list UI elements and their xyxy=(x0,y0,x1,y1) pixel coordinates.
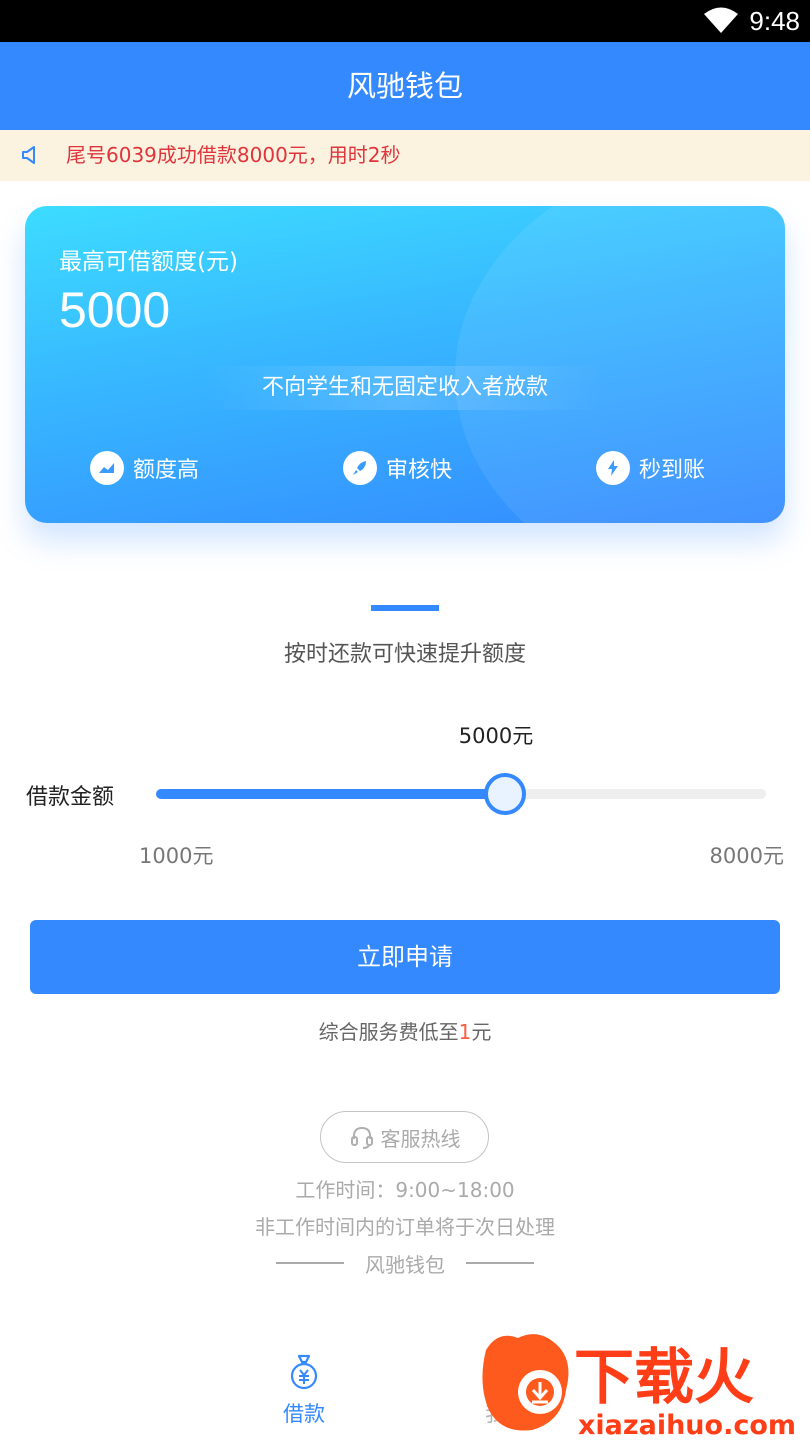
tab-loan[interactable]: 借款 xyxy=(264,1352,344,1428)
slider-thumb[interactable] xyxy=(484,773,526,815)
rocket-icon xyxy=(343,451,377,485)
lightning-icon xyxy=(596,451,630,485)
slider-value: 5000元 xyxy=(458,724,534,748)
feature-label: 审核快 xyxy=(386,458,453,483)
slider-fill xyxy=(156,789,505,799)
feature-fast-review: 审核快 xyxy=(343,450,452,486)
notice-text: 尾号6039成功借款8000元，用时2秒 xyxy=(66,143,401,167)
tip-text: 按时还款可快速提升额度 xyxy=(283,642,526,667)
fee-prefix: 综合服务费低至 xyxy=(318,1020,459,1044)
headset-icon xyxy=(350,1126,373,1149)
hotline-button[interactable]: 客服热线 xyxy=(320,1111,489,1163)
watermark-site: xiazaihuo.com xyxy=(578,1410,796,1440)
offhours-note: 非工作时间内的订单将于次日处理 xyxy=(255,1215,555,1239)
credit-limit-amount: 5000 xyxy=(59,282,171,338)
fee-suffix: 元 xyxy=(471,1020,492,1044)
feature-high-limit: 额度高 xyxy=(90,450,199,486)
footer-brand: 风驰钱包 xyxy=(0,1249,810,1278)
money-bag-icon xyxy=(290,1354,318,1390)
speaker-icon xyxy=(22,146,35,164)
credit-limit-label: 最高可借额度(元) xyxy=(59,249,238,275)
feature-instant-payout: 秒到账 xyxy=(596,450,705,486)
app-bar: 风驰钱包 xyxy=(0,42,810,130)
slider-min-label: 1000元 xyxy=(139,844,214,868)
slider-max-label: 8000元 xyxy=(709,844,784,868)
credit-card: 最高可借额度(元) 5000 不向学生和无固定收入者放款 额度高 审核快 秒到账 xyxy=(25,206,785,523)
app-screen: 9:48 风驰钱包 尾号6039成功借款8000元，用时2秒 最高可借额度(元)… xyxy=(0,0,810,1440)
hotline-label: 客服热线 xyxy=(380,1126,461,1151)
brand-rule-left xyxy=(276,1262,344,1264)
wifi-icon xyxy=(704,7,738,33)
fee-note: 综合服务费低至1元 xyxy=(0,1016,810,1045)
notice-bar: 尾号6039成功借款8000元，用时2秒 xyxy=(0,130,810,181)
loan-amount-slider[interactable] xyxy=(156,773,766,815)
tab-label: 借款 xyxy=(283,1402,325,1426)
apply-button[interactable]: 立即申请 xyxy=(30,920,780,994)
page-title: 风驰钱包 xyxy=(346,69,463,103)
chart-icon xyxy=(90,451,124,485)
fee-amount: 1 xyxy=(458,1020,472,1044)
status-bar: 9:48 xyxy=(0,0,810,42)
watermark-logo: 下载火 xiazaihuo.com xyxy=(482,1334,796,1440)
watermark-text: 下载火 xyxy=(574,1343,754,1413)
feature-label: 额度高 xyxy=(133,458,200,483)
brand-rule-right xyxy=(466,1262,534,1264)
loan-amount-label: 借款金额 xyxy=(26,785,115,810)
work-hours: 工作时间：9:00~18:00 xyxy=(295,1178,515,1202)
card-banner: 不向学生和无固定收入者放款 xyxy=(205,366,605,410)
footer-brand-text: 风驰钱包 xyxy=(365,1253,445,1277)
feature-label: 秒到账 xyxy=(639,458,706,483)
clock: 9:48 xyxy=(749,6,800,36)
card-banner-text: 不向学生和无固定收入者放款 xyxy=(261,375,548,400)
section-divider xyxy=(371,605,439,611)
